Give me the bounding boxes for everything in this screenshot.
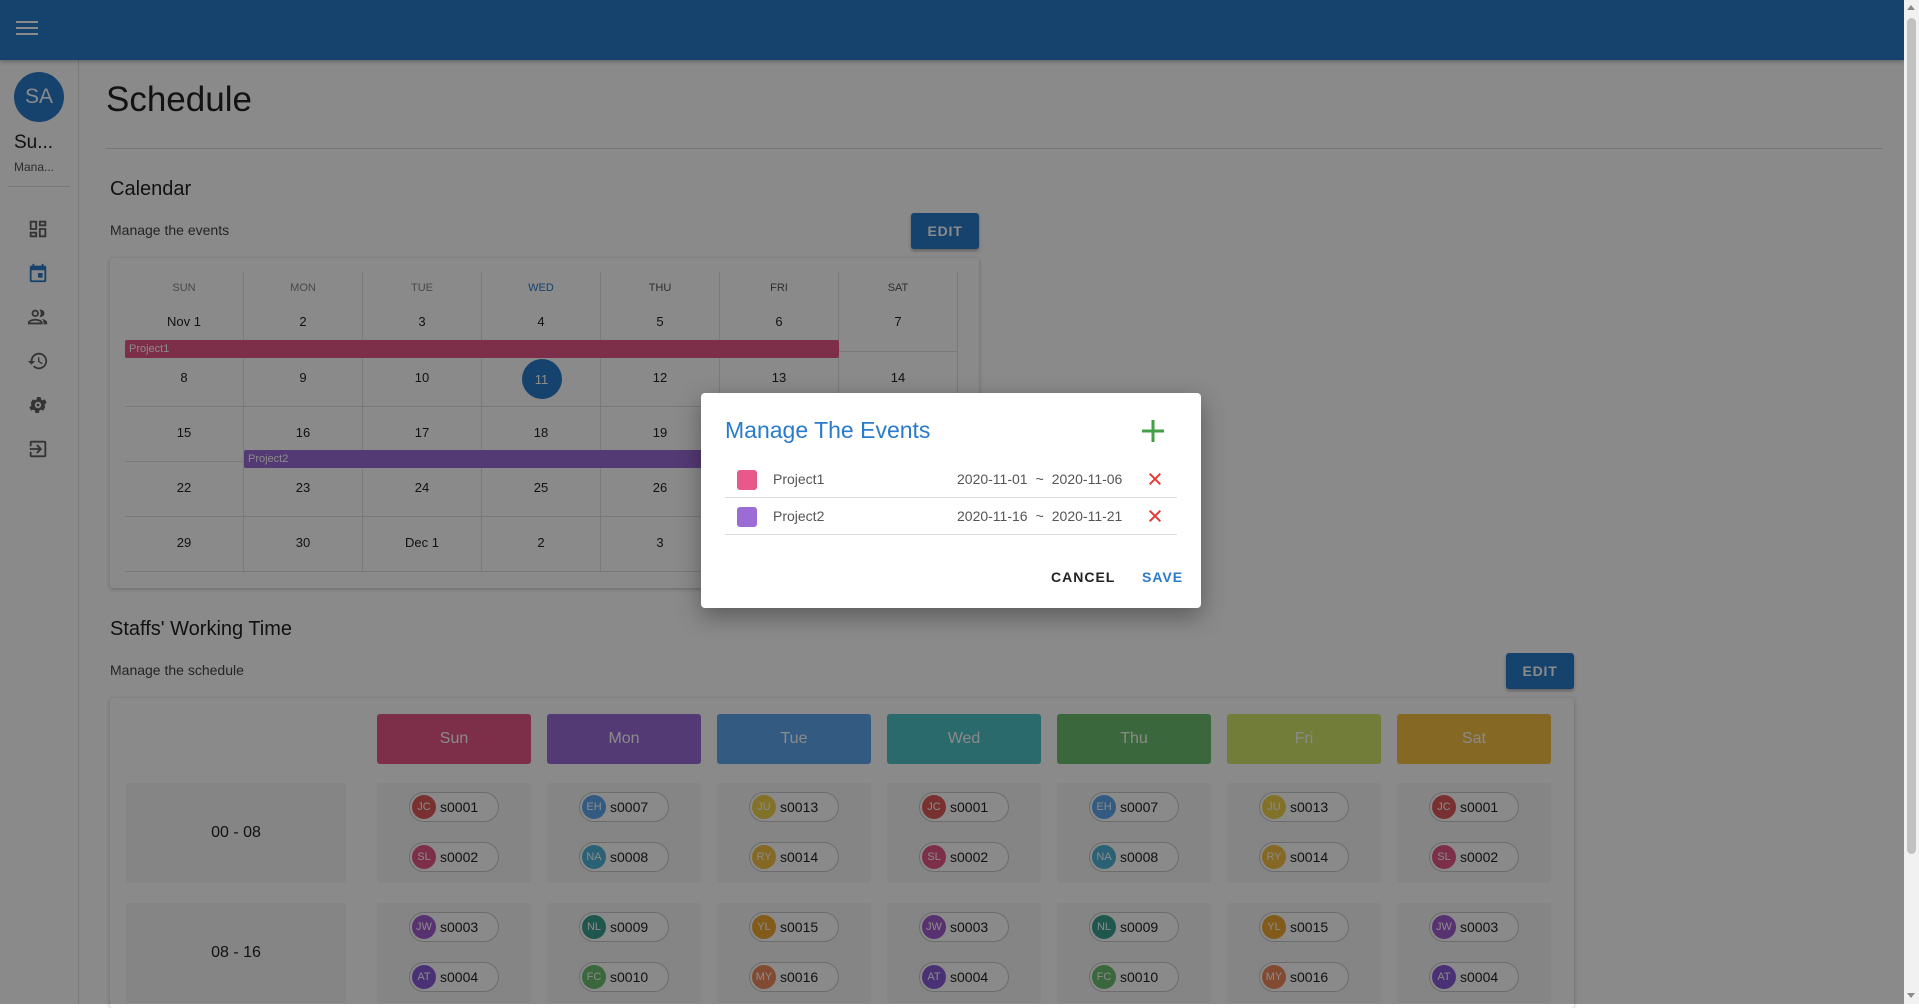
plus-icon[interactable] <box>1139 417 1167 445</box>
dialog-title: Manage The Events <box>725 417 931 443</box>
save-button[interactable]: SAVE <box>1142 569 1183 585</box>
event-start-date: 2020-11-16 <box>957 508 1028 524</box>
delete-icon[interactable] <box>1145 506 1165 526</box>
event-date-range[interactable]: 2020-11-16 ~2020-11-21 <box>957 508 1122 524</box>
manage-events-dialog: Manage The Events Project1 2020-11-01 ~202… <box>701 393 1201 608</box>
date-separator: ~ <box>1035 508 1044 524</box>
event-color-swatch[interactable] <box>737 507 757 527</box>
delete-icon[interactable] <box>1145 469 1165 489</box>
event-name: Project2 <box>773 508 825 524</box>
date-separator: ~ <box>1035 471 1044 487</box>
event-date-range[interactable]: 2020-11-01 ~2020-11-06 <box>957 471 1122 487</box>
scroll-down-arrow-icon[interactable] <box>1907 993 1915 998</box>
scrollbar[interactable] <box>1904 0 1919 1004</box>
event-row: Project2 2020-11-16 ~2020-11-21 <box>725 498 1177 535</box>
scroll-up-arrow-icon[interactable] <box>1907 5 1915 10</box>
event-name: Project1 <box>773 471 825 487</box>
event-end-date: 2020-11-21 <box>1051 508 1123 524</box>
scroll-thumb[interactable] <box>1907 18 1916 854</box>
event-end-date: 2020-11-06 <box>1051 471 1123 487</box>
event-start-date: 2020-11-01 <box>957 471 1028 487</box>
event-color-swatch[interactable] <box>737 470 757 490</box>
cancel-button[interactable]: CANCEL <box>1051 569 1115 585</box>
event-row: Project1 2020-11-01 ~2020-11-06 <box>725 461 1177 498</box>
